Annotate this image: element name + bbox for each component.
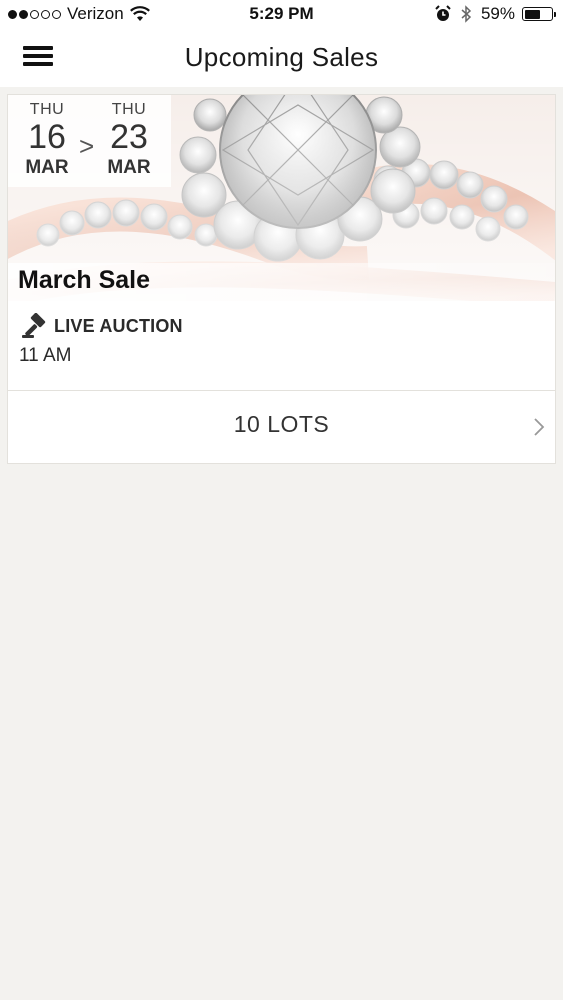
- sale-card[interactable]: THU 16 MAR > THU 23 MAR March Sale LIVE …: [7, 94, 556, 464]
- start-day: 16: [28, 118, 66, 156]
- gavel-icon: [22, 313, 46, 338]
- lots-count: 10 LOTS: [233, 411, 330, 437]
- battery-icon: [522, 7, 556, 21]
- chevron-right-icon: [534, 418, 545, 436]
- end-date: THU 23 MAR: [94, 101, 164, 179]
- auction-type: LIVE AUCTION: [22, 313, 183, 339]
- end-day-of-week: THU: [111, 101, 147, 118]
- status-icons: 59%: [435, 4, 556, 24]
- alarm-clock-icon: [435, 5, 451, 21]
- view-lots-button[interactable]: 10 LOTS: [8, 391, 555, 463]
- end-month: MAR: [107, 157, 151, 178]
- bluetooth-icon: [461, 5, 472, 23]
- page-title: Upcoming Sales: [184, 42, 379, 72]
- sale-image[interactable]: THU 16 MAR > THU 23 MAR March Sale: [8, 95, 555, 301]
- status-bar: Verizon 5:29 PM 59%: [0, 0, 563, 30]
- date-range-arrow: >: [79, 131, 95, 161]
- battery-fill: [524, 9, 540, 19]
- sale-title[interactable]: March Sale: [18, 266, 150, 295]
- start-date: THU 16 MAR: [12, 101, 82, 179]
- start-month: MAR: [25, 157, 69, 178]
- end-day: 23: [110, 118, 148, 156]
- navigation-bar: Upcoming Sales: [0, 30, 563, 87]
- sale-date-range: THU 16 MAR > THU 23 MAR: [8, 95, 171, 187]
- battery-percent: 59%: [480, 4, 515, 23]
- start-day-of-week: THU: [29, 101, 65, 118]
- auction-type-label: LIVE AUCTION: [54, 315, 183, 336]
- sale-time: 11 AM: [19, 345, 72, 366]
